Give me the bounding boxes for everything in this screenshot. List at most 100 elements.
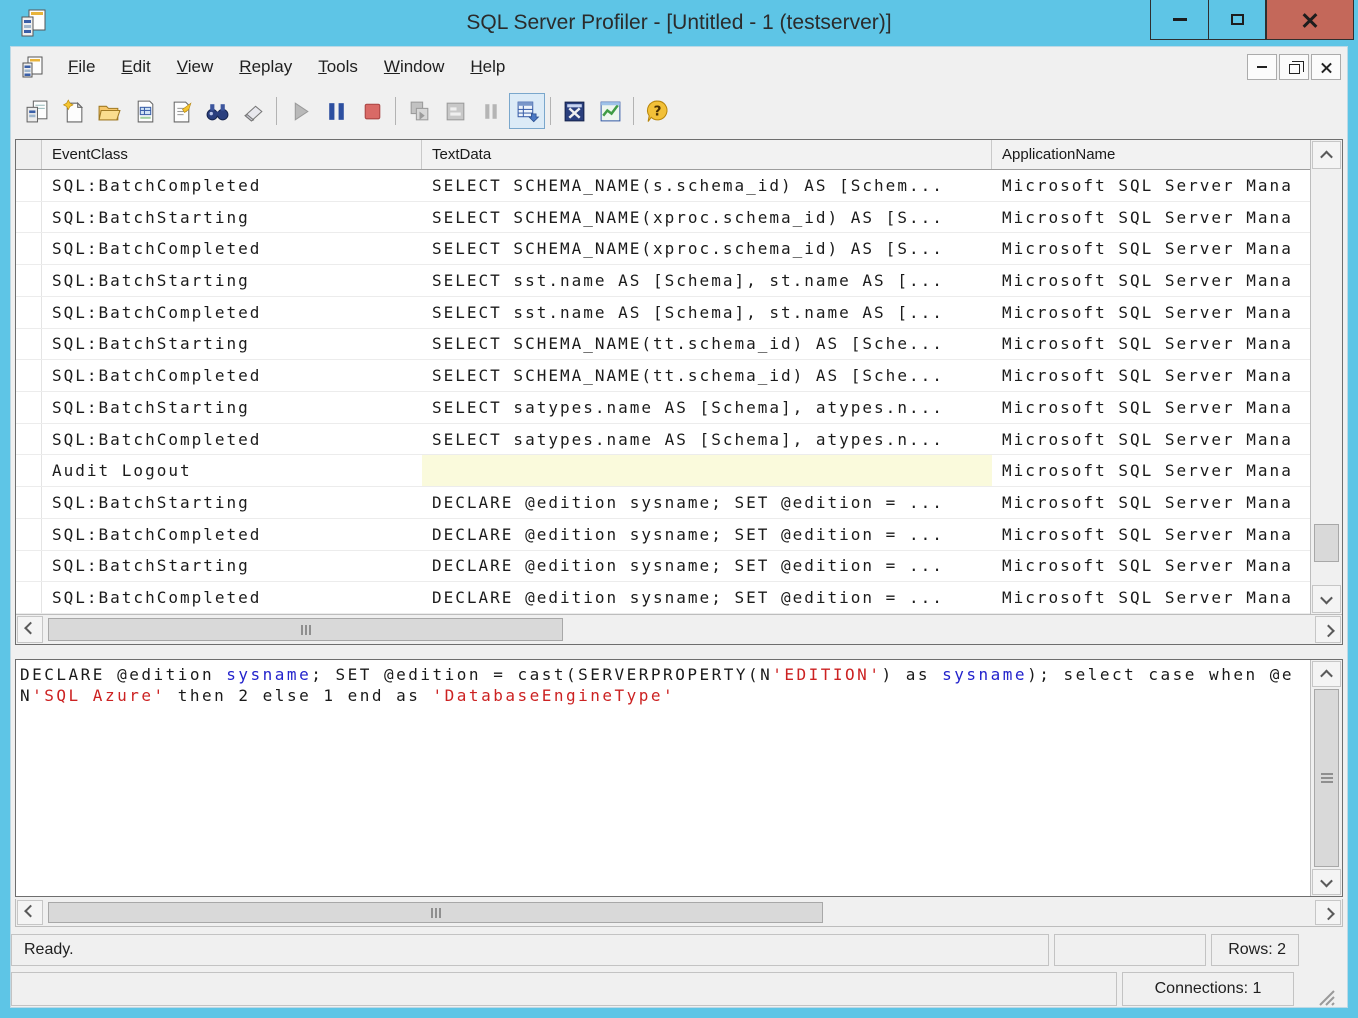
row-selector-cell[interactable]	[16, 455, 42, 486]
row-selector-header[interactable]	[16, 140, 42, 169]
menubar: FileEditViewReplayToolsWindowHelp	[11, 47, 1347, 87]
row-selector-cell[interactable]	[16, 170, 42, 201]
toggle-breakpoint-button[interactable]	[473, 93, 509, 129]
properties-button[interactable]	[163, 93, 199, 129]
scroll-right-button[interactable]	[1315, 900, 1341, 925]
scroll-left-button[interactable]	[17, 900, 43, 925]
sql-token-string: 'DatabaseEngineType'	[433, 686, 676, 705]
mdi-close-button[interactable]	[1311, 54, 1341, 80]
auto-scroll-button[interactable]	[509, 93, 545, 129]
organize-columns-button[interactable]	[556, 93, 592, 129]
menu-item-file[interactable]: File	[55, 51, 108, 82]
table-row[interactable]: SQL:BatchStartingSELECT satypes.name AS …	[16, 392, 1310, 424]
status-spacer	[1054, 934, 1206, 966]
clear-trace-button[interactable]	[235, 93, 271, 129]
scroll-down-button[interactable]	[1312, 585, 1341, 613]
open-trace-table-button[interactable]	[127, 93, 163, 129]
scroll-down-button[interactable]	[1312, 869, 1341, 895]
detail-vscroll-thumb[interactable]	[1314, 689, 1339, 867]
detail-hscroll-thumb[interactable]	[48, 902, 823, 923]
table-row[interactable]: SQL:BatchCompletedSELECT satypes.name AS…	[16, 424, 1310, 456]
row-selector-cell[interactable]	[16, 202, 42, 233]
close-button[interactable]	[1266, 0, 1354, 40]
detail-vertical-scrollbar[interactable]	[1310, 660, 1342, 896]
grid-horizontal-scrollbar[interactable]	[16, 614, 1342, 644]
minimize-button[interactable]	[1150, 0, 1208, 40]
resize-grip[interactable]	[1299, 972, 1335, 1006]
row-selector-cell[interactable]	[16, 297, 42, 328]
scroll-up-button[interactable]	[1312, 661, 1341, 687]
start-replay-button[interactable]	[282, 93, 318, 129]
mdi-close-icon	[1321, 62, 1332, 73]
detail-horizontal-scrollbar[interactable]	[15, 899, 1343, 927]
table-row[interactable]: SQL:BatchStartingSELECT sst.name AS [Sch…	[16, 265, 1310, 297]
mdi-document-icon[interactable]	[21, 55, 45, 79]
menu-item-edit[interactable]: Edit	[108, 51, 163, 82]
menu-item-help[interactable]: Help	[457, 51, 518, 82]
status-connections: Connections: 1	[1122, 972, 1294, 1006]
row-selector-cell[interactable]	[16, 424, 42, 455]
chevron-up-icon	[1320, 150, 1333, 163]
eventclass-cell: SQL:BatchStarting	[42, 392, 422, 423]
open-folder-button[interactable]	[91, 93, 127, 129]
mdi-minimize-button[interactable]	[1247, 54, 1277, 80]
scroll-up-button[interactable]	[1312, 141, 1341, 169]
help-button[interactable]: ?	[639, 93, 675, 129]
column-header-textdata[interactable]: TextData	[422, 140, 992, 169]
grid-vscroll-thumb[interactable]	[1314, 524, 1339, 562]
titlebar[interactable]: SQL Server Profiler - [Untitled - 1 (tes…	[0, 0, 1358, 46]
new-document-button[interactable]	[55, 93, 91, 129]
sql-detail-text[interactable]: DECLARE @edition sysname; SET @edition =…	[16, 660, 1310, 896]
row-selector-cell[interactable]	[16, 487, 42, 518]
new-trace-button[interactable]	[19, 93, 55, 129]
eventclass-cell: SQL:BatchStarting	[42, 202, 422, 233]
sql-detail-panel[interactable]: DECLARE @edition sysname; SET @edition =…	[15, 659, 1343, 897]
textdata-cell: SELECT SCHEMA_NAME(xproc.schema_id) AS […	[422, 233, 992, 264]
table-row[interactable]: SQL:BatchCompletedDECLARE @edition sysna…	[16, 582, 1310, 614]
sql-line: N'SQL Azure' then 2 else 1 end as 'Datab…	[20, 685, 1308, 706]
menu-item-view[interactable]: View	[164, 51, 227, 82]
table-row[interactable]: Audit LogoutMicrosoft SQL Server Mana	[16, 455, 1310, 487]
run-to-cursor-button[interactable]	[437, 93, 473, 129]
table-row[interactable]: SQL:BatchStartingSELECT SCHEMA_NAME(tt.s…	[16, 329, 1310, 361]
table-row[interactable]: SQL:BatchCompletedSELECT SCHEMA_NAME(xpr…	[16, 233, 1310, 265]
stop-button[interactable]	[354, 93, 390, 129]
textdata-cell: SELECT SCHEMA_NAME(s.schema_id) AS [Sche…	[422, 170, 992, 201]
mdi-restore-button[interactable]	[1279, 54, 1309, 80]
table-row[interactable]: SQL:BatchCompletedSELECT SCHEMA_NAME(tt.…	[16, 360, 1310, 392]
grid-hscroll-thumb[interactable]	[48, 618, 563, 641]
chart-button[interactable]	[592, 93, 628, 129]
row-selector-cell[interactable]	[16, 233, 42, 264]
find-button[interactable]	[199, 93, 235, 129]
menu-item-tools[interactable]: Tools	[305, 51, 371, 82]
table-row[interactable]: SQL:BatchStartingDECLARE @edition sysnam…	[16, 487, 1310, 519]
table-row[interactable]: SQL:BatchCompletedDECLARE @edition sysna…	[16, 519, 1310, 551]
table-row[interactable]: SQL:BatchStartingDECLARE @edition sysnam…	[16, 551, 1310, 583]
profiler-window: SQL Server Profiler - [Untitled - 1 (tes…	[0, 0, 1358, 1018]
status-ready: Ready.	[11, 934, 1049, 966]
trace-grid: EventClass TextData ApplicationName SQL:…	[15, 139, 1343, 645]
maximize-button[interactable]	[1208, 0, 1266, 40]
row-selector-cell[interactable]	[16, 551, 42, 582]
row-selector-cell[interactable]	[16, 519, 42, 550]
run-to-cursor-icon	[443, 99, 468, 124]
scroll-left-button[interactable]	[17, 616, 43, 643]
properties-icon	[169, 99, 194, 124]
table-row[interactable]: SQL:BatchStartingSELECT SCHEMA_NAME(xpro…	[16, 202, 1310, 234]
scroll-right-button[interactable]	[1315, 616, 1341, 643]
table-row[interactable]: SQL:BatchCompletedSELECT sst.name AS [Sc…	[16, 297, 1310, 329]
textdata-cell: SELECT satypes.name AS [Schema], atypes.…	[422, 424, 992, 455]
table-row[interactable]: SQL:BatchCompletedSELECT SCHEMA_NAME(s.s…	[16, 170, 1310, 202]
row-selector-cell[interactable]	[16, 392, 42, 423]
row-selector-cell[interactable]	[16, 582, 42, 613]
execute-step-button[interactable]	[401, 93, 437, 129]
column-header-eventclass[interactable]: EventClass	[42, 140, 422, 169]
grid-vertical-scrollbar[interactable]	[1310, 140, 1342, 614]
row-selector-cell[interactable]	[16, 265, 42, 296]
row-selector-cell[interactable]	[16, 360, 42, 391]
row-selector-cell[interactable]	[16, 329, 42, 360]
menu-item-window[interactable]: Window	[371, 51, 457, 82]
menu-item-replay[interactable]: Replay	[226, 51, 305, 82]
pause-button[interactable]	[318, 93, 354, 129]
column-header-applicationname[interactable]: ApplicationName	[992, 140, 1310, 169]
